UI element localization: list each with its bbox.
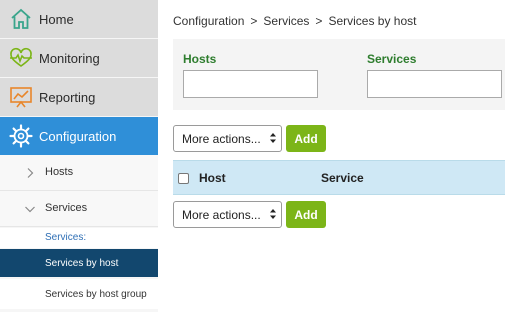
breadcrumb-item-services[interactable]: Services	[263, 14, 309, 28]
more-actions-select-bottom[interactable]: More actions...	[173, 201, 282, 228]
sidebar-item-services-section-label: Services:	[45, 232, 87, 243]
add-button-bottom[interactable]: Add	[286, 201, 326, 228]
sidebar: Home Monitoring Reporting Configuration …	[0, 0, 158, 312]
more-actions-select-top[interactable]: More actions...	[173, 125, 282, 152]
nav-monitoring[interactable]: Monitoring	[0, 39, 158, 77]
breadcrumb: Configuration > Services > Services by host	[173, 14, 416, 28]
services-filter-input[interactable]	[367, 70, 502, 98]
nav-configuration-label: Configuration	[39, 128, 117, 144]
nav-configuration[interactable]: Configuration	[0, 117, 158, 155]
sidebar-item-services-by-host[interactable]: Services by host	[0, 249, 158, 277]
breadcrumb-separator: >	[250, 14, 258, 28]
sidebar-item-services-section[interactable]: Services:	[0, 228, 158, 248]
more-actions-label: More actions...	[182, 208, 261, 222]
sidebar-item-services-by-host-group-label: Services by host group	[45, 289, 147, 300]
table-header: Host Service	[173, 160, 505, 195]
breadcrumb-separator: >	[315, 14, 323, 28]
select-all-checkbox[interactable]	[178, 173, 189, 184]
nav-reporting-label: Reporting	[39, 89, 96, 105]
heartbeat-icon	[8, 45, 34, 71]
services-filter-label: Services	[367, 52, 417, 66]
column-header-host[interactable]: Host	[199, 171, 226, 185]
hosts-filter-input[interactable]	[183, 70, 318, 98]
breadcrumb-item-services-by-host: Services by host	[328, 14, 417, 28]
column-header-service[interactable]: Service	[321, 171, 364, 185]
breadcrumb-item-configuration[interactable]: Configuration	[173, 14, 244, 28]
more-actions-label: More actions...	[182, 132, 261, 146]
sidebar-item-hosts[interactable]: Hosts	[0, 155, 158, 191]
chevron-right-icon	[24, 166, 36, 178]
nav-monitoring-label: Monitoring	[39, 50, 100, 66]
nav-home[interactable]: Home	[0, 0, 158, 38]
nav-home-label: Home	[39, 11, 74, 27]
select-arrows-icon	[269, 131, 277, 145]
hosts-filter-label: Hosts	[183, 52, 217, 66]
nav-reporting[interactable]: Reporting	[0, 78, 158, 116]
chevron-down-icon	[24, 202, 36, 214]
filter-panel: Hosts Services	[173, 39, 505, 110]
sidebar-item-services[interactable]: Services	[0, 191, 158, 227]
sidebar-item-services-by-host-group[interactable]: Services by host group	[0, 279, 158, 309]
home-icon	[8, 6, 34, 32]
sidebar-item-hosts-label: Hosts	[45, 166, 74, 178]
add-button-top[interactable]: Add	[286, 125, 326, 152]
sidebar-item-services-by-host-label: Services by host	[45, 258, 119, 269]
sidebar-item-services-label: Services	[45, 202, 88, 214]
gear-icon	[8, 123, 34, 149]
chart-board-icon	[8, 84, 34, 110]
select-arrows-icon	[269, 207, 277, 221]
